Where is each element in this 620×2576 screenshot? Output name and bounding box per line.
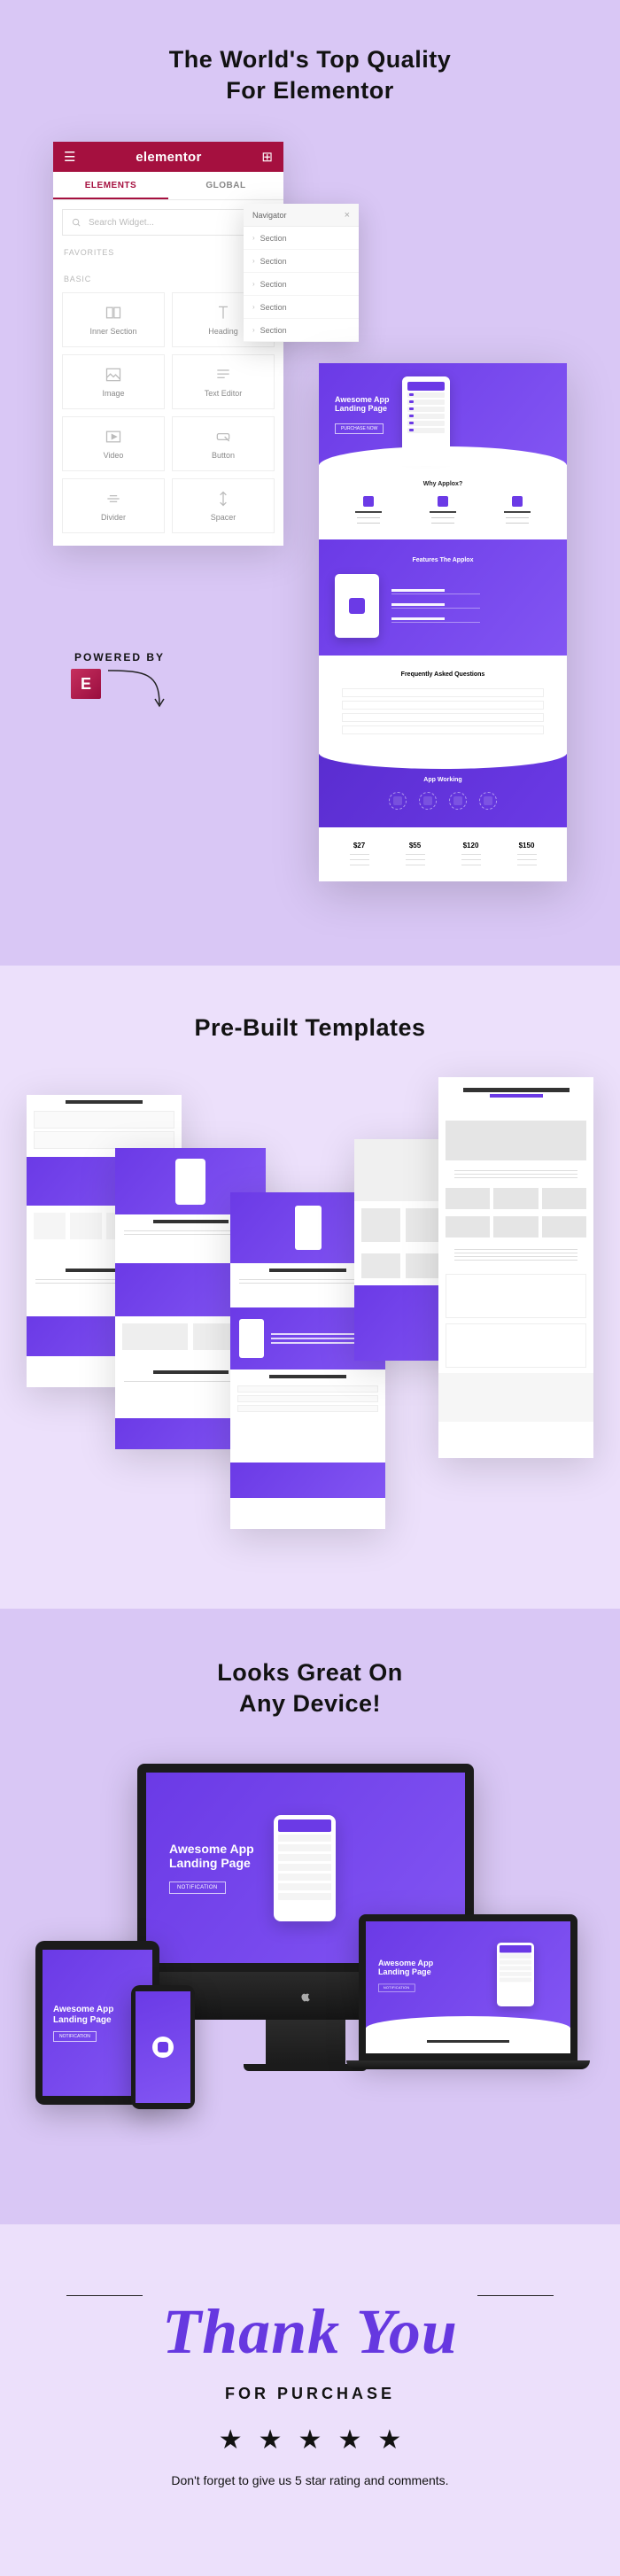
phone-mockup-icon bbox=[335, 574, 379, 638]
section-title: Looks Great OnAny Device! bbox=[0, 1657, 620, 1719]
widget-text-editor[interactable]: Text Editor bbox=[172, 354, 275, 409]
chevron-right-icon: › bbox=[252, 257, 255, 265]
template-gallery bbox=[27, 1077, 593, 1538]
star-icon: ★ bbox=[337, 2425, 361, 2456]
tab-global[interactable]: GLOBAL bbox=[168, 172, 283, 199]
widget-spacer[interactable]: Spacer bbox=[172, 478, 275, 533]
templates-section: Pre-Built Templates bbox=[0, 966, 620, 1609]
widget-inner-section[interactable]: Inner Section bbox=[62, 292, 165, 347]
widget-image[interactable]: Image bbox=[62, 354, 165, 409]
heading-icon bbox=[214, 304, 232, 322]
navigator-popup: Navigator × ›Section ›Section ›Section ›… bbox=[244, 204, 359, 342]
phone-mockup-icon bbox=[274, 1815, 336, 1921]
navigator-item[interactable]: ›Section bbox=[244, 250, 359, 273]
phone-mockup-icon bbox=[497, 1943, 534, 2006]
phone-mockup bbox=[131, 1985, 195, 2109]
close-icon[interactable]: × bbox=[345, 210, 350, 221]
thank-you-section: Thank You FOR PURCHASE ★ ★ ★ ★ ★ Don't f… bbox=[0, 2224, 620, 2576]
section-title: The World's Top QualityFor Elementor bbox=[0, 44, 620, 106]
tab-elements[interactable]: ELEMENTS bbox=[53, 172, 168, 199]
search-input[interactable]: Search Widget... bbox=[62, 209, 275, 236]
section-title: Pre-Built Templates bbox=[0, 1014, 620, 1042]
widget-button[interactable]: Button bbox=[172, 416, 275, 471]
thank-you-note: Don't forget to give us 5 star rating an… bbox=[0, 2473, 620, 2487]
star-icon: ★ bbox=[377, 2425, 401, 2456]
star-icon: ★ bbox=[298, 2425, 322, 2456]
devices-section: Looks Great OnAny Device! Awesome App La… bbox=[0, 1609, 620, 2224]
preview-hero: Awesome App Landing Page PURCHASE NOW bbox=[319, 363, 567, 465]
panel-tabs: ELEMENTS GLOBAL bbox=[53, 172, 283, 200]
powered-by: POWERED BY E bbox=[71, 651, 168, 710]
panel-header: ☰ elementor ⊞ bbox=[53, 142, 283, 172]
cta-button: NOTIFICATION bbox=[169, 1882, 226, 1894]
cta-button: PURCHASE NOW bbox=[335, 423, 384, 434]
arrow-icon bbox=[106, 669, 168, 710]
thank-you-heading: Thank You bbox=[143, 2295, 477, 2369]
video-icon bbox=[105, 428, 122, 446]
elementor-badge-icon: E bbox=[71, 669, 101, 699]
text-icon bbox=[214, 366, 232, 384]
navigator-item[interactable]: ›Section bbox=[244, 319, 359, 342]
laptop-mockup: Awesome App Landing Page NOTIFICATION bbox=[346, 1914, 590, 2069]
chevron-right-icon: › bbox=[252, 280, 255, 288]
navigator-item[interactable]: ›Section bbox=[244, 296, 359, 319]
navigator-item[interactable]: ›Section bbox=[244, 227, 359, 250]
apps-grid-icon[interactable]: ⊞ bbox=[261, 151, 273, 164]
divider-icon bbox=[105, 490, 122, 508]
brand: elementor bbox=[136, 150, 201, 165]
elementor-section: The World's Top QualityFor Elementor ☰ e… bbox=[0, 0, 620, 966]
widget-divider[interactable]: Divider bbox=[62, 478, 165, 533]
spacer-icon bbox=[214, 490, 232, 508]
star-icon: ★ bbox=[259, 2425, 283, 2456]
star-rating: ★ ★ ★ ★ ★ bbox=[0, 2425, 620, 2456]
hamburger-icon[interactable]: ☰ bbox=[64, 151, 75, 164]
navigator-header: Navigator × bbox=[244, 204, 359, 227]
thank-you-sub: FOR PURCHASE bbox=[0, 2385, 620, 2403]
chevron-right-icon: › bbox=[252, 326, 255, 334]
chevron-right-icon: › bbox=[252, 234, 255, 242]
star-icon: ★ bbox=[219, 2425, 243, 2456]
app-badge-icon bbox=[152, 2037, 174, 2058]
button-icon bbox=[214, 428, 232, 446]
phone-mockup-icon bbox=[402, 376, 450, 453]
apple-logo-icon bbox=[299, 1990, 312, 2002]
image-icon bbox=[105, 366, 122, 384]
navigator-item[interactable]: ›Section bbox=[244, 273, 359, 296]
template-thumbnail bbox=[438, 1077, 593, 1458]
landing-preview: Awesome App Landing Page PURCHASE NOW Wh… bbox=[319, 363, 567, 881]
widget-video[interactable]: Video bbox=[62, 416, 165, 471]
elementor-panel: ☰ elementor ⊞ ELEMENTS GLOBAL Search Wid… bbox=[53, 142, 283, 546]
columns-icon bbox=[105, 304, 122, 322]
chevron-right-icon: › bbox=[252, 303, 255, 311]
search-icon bbox=[72, 218, 81, 228]
device-showcase: Awesome App Landing Page NOTIFICATION Aw… bbox=[35, 1764, 585, 2136]
